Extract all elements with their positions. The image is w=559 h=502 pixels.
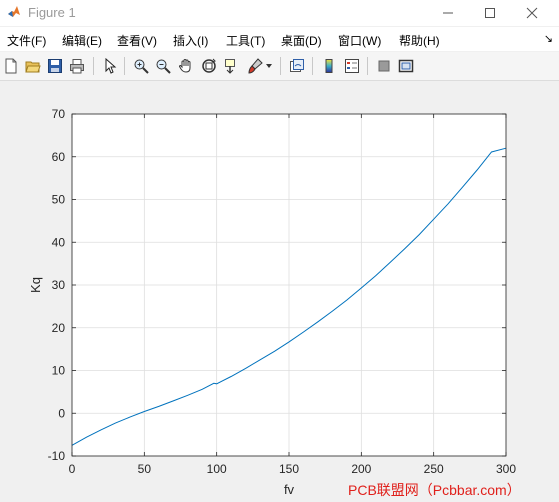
maximize-button[interactable] (468, 0, 512, 26)
close-button[interactable] (510, 0, 554, 26)
new-figure-icon[interactable] (1, 56, 21, 76)
menu-edit[interactable]: 编辑(E) (62, 32, 102, 49)
matlab-logo-icon (8, 6, 20, 17)
colorbar-icon[interactable] (319, 56, 339, 76)
zoom-in-icon[interactable] (131, 56, 151, 76)
show-plot-tools-icon[interactable] (396, 56, 416, 76)
toolbar-separator (280, 57, 281, 75)
y-tick-label: 70 (52, 107, 66, 121)
menu-tools[interactable]: 工具(T) (226, 32, 265, 49)
x-tick-label: 50 (138, 462, 152, 476)
edit-plot-arrow-icon[interactable] (100, 56, 120, 76)
brush-icon[interactable] (245, 56, 265, 76)
open-file-icon[interactable] (23, 56, 43, 76)
minimize-button[interactable] (426, 0, 470, 26)
y-tick-label: 30 (52, 278, 66, 292)
data-cursor-icon[interactable] (222, 56, 242, 76)
menu-insert[interactable]: 插入(I) (173, 32, 208, 49)
x-axis-label: fv (284, 482, 295, 497)
y-tick-label: 10 (52, 364, 66, 378)
legend-icon[interactable] (342, 56, 362, 76)
y-tick-label: 0 (58, 406, 65, 420)
y-tick-label: 20 (52, 321, 66, 335)
rotate-3d-icon[interactable] (199, 56, 219, 76)
zoom-out-icon[interactable] (153, 56, 173, 76)
menu-file[interactable]: 文件(F) (7, 32, 46, 49)
brush-dropdown-icon[interactable] (264, 56, 274, 76)
close-icon (526, 7, 538, 19)
menu-window[interactable]: 窗口(W) (338, 32, 381, 49)
x-tick-label: 100 (207, 462, 227, 476)
toolbar-separator (93, 57, 94, 75)
y-tick-label: 60 (52, 150, 66, 164)
minimize-icon (443, 12, 453, 14)
watermark-text: PCB联盟网（Pcbbar.com） (348, 482, 521, 498)
x-tick-label: 250 (424, 462, 444, 476)
pan-hand-icon[interactable] (176, 56, 196, 76)
title-bar: Figure 1 (0, 0, 559, 26)
figure-toolbar (0, 52, 559, 81)
menu-view[interactable]: 查看(V) (117, 32, 157, 49)
menu-help[interactable]: 帮助(H) (399, 32, 440, 49)
hide-plot-tools-icon[interactable] (374, 56, 394, 76)
print-icon[interactable] (67, 56, 87, 76)
x-tick-label: 150 (279, 462, 299, 476)
save-icon[interactable] (45, 56, 65, 76)
plot-svg[interactable]: 0 50 100 150 200 250 300-10010203040506070 fv … (0, 81, 559, 502)
window-title: Figure 1 (28, 5, 76, 20)
toolbar-separator (124, 57, 125, 75)
menu-overflow-icon[interactable]: ↘ (544, 32, 553, 45)
y-axis-label: Kq (28, 277, 43, 293)
y-tick-label: 40 (52, 235, 66, 249)
menu-bar: 文件(F) 编辑(E) 查看(V) 插入(I) 工具(T) 桌面(D) 窗口(W… (0, 27, 559, 51)
y-tick-label: -10 (48, 449, 66, 463)
x-tick-label: 300 (496, 462, 516, 476)
x-tick-label: 0 (69, 462, 76, 476)
maximize-icon (485, 8, 495, 18)
figure-canvas: 0 50 100 150 200 250 300 -10 0 10 20 30 40 50 60 70 fv … (0, 81, 559, 502)
link-plot-icon[interactable] (287, 56, 307, 76)
toolbar-separator (367, 57, 368, 75)
toolbar-separator (312, 57, 313, 75)
y-tick-label: 50 (52, 193, 66, 207)
x-tick-label: 200 (351, 462, 371, 476)
menu-desktop[interactable]: 桌面(D) (281, 32, 322, 49)
